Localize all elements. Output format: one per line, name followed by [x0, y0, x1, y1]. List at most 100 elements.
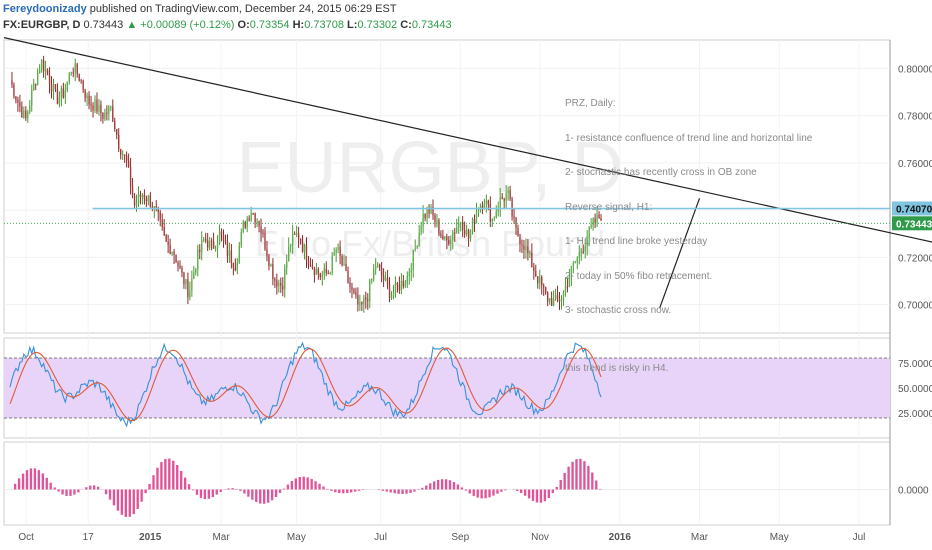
candle-body — [289, 244, 292, 247]
candle-body — [511, 198, 513, 217]
candle-body — [365, 297, 367, 300]
candle-body — [33, 83, 35, 91]
candle-body — [503, 198, 505, 201]
candle-body — [127, 160, 130, 168]
histogram-bar — [144, 489, 147, 494]
note-line: Reverse signal, H1: — [565, 201, 653, 213]
histogram-bar — [286, 484, 290, 490]
candle-body — [282, 285, 284, 290]
candle-body — [38, 69, 41, 73]
candle-body — [434, 215, 436, 223]
candle-body — [44, 69, 47, 72]
histogram-bar — [156, 467, 159, 490]
histogram-bar — [263, 489, 266, 504]
candle-body — [309, 264, 312, 267]
x-tick-label: May — [770, 532, 789, 543]
histogram-bar — [567, 466, 570, 490]
histogram-bar — [468, 489, 471, 494]
stoch-y-label: 50.0000 — [898, 384, 932, 395]
histogram-bar — [484, 489, 487, 499]
histogram-bar — [148, 484, 151, 490]
candle-body — [541, 277, 543, 286]
histogram-bar — [282, 488, 286, 490]
histogram-bar — [164, 459, 167, 490]
candle-body — [424, 214, 426, 219]
histogram-bar — [476, 489, 479, 498]
histogram-bar — [599, 488, 602, 490]
candle-body — [254, 213, 256, 223]
histogram-bar — [128, 489, 131, 517]
histogram-bar — [140, 489, 143, 502]
candle-body — [307, 260, 310, 265]
candle-body — [373, 269, 375, 279]
histogram-bar — [21, 473, 25, 490]
histogram-bar — [207, 489, 211, 499]
candle-body — [82, 80, 84, 90]
histogram-bar — [595, 480, 598, 490]
candle-body — [481, 205, 484, 208]
histogram-bar — [314, 481, 317, 490]
candle-body — [80, 80, 82, 82]
x-tick-label: Oct — [18, 532, 34, 543]
histogram-bar — [429, 483, 432, 490]
candle-body — [36, 72, 39, 86]
candle-body — [471, 219, 474, 232]
candle-body — [131, 186, 134, 197]
candle-body — [489, 204, 492, 222]
candle-body — [552, 298, 555, 306]
candle-body — [262, 232, 264, 234]
author-link[interactable]: Fereydoonizady — [3, 3, 87, 15]
histogram-bar — [65, 489, 68, 496]
candle-body — [133, 196, 136, 206]
candle-body — [329, 272, 331, 274]
x-tick-label: Mar — [212, 532, 230, 543]
candle-body — [495, 211, 497, 218]
candle-body — [76, 63, 78, 75]
candle-body — [272, 264, 274, 280]
candle-body — [208, 240, 211, 248]
histogram-bar — [539, 489, 543, 503]
candle-body — [21, 106, 23, 118]
candle-body — [106, 112, 108, 114]
candle-body — [438, 220, 440, 234]
histogram-bar — [231, 488, 234, 490]
histogram-bar — [17, 478, 21, 490]
candle-body — [100, 104, 102, 114]
histogram-bar — [516, 489, 519, 491]
candle-body — [161, 219, 163, 227]
candle-body — [327, 272, 329, 274]
candle-body — [333, 253, 335, 256]
candle-body — [157, 208, 159, 213]
candle-body — [159, 212, 161, 220]
symbol-label[interactable]: FX:EURGBP, D — [3, 19, 80, 31]
note-line: 2- today in 50% fibo retracement. — [565, 270, 713, 282]
candle-body — [56, 89, 59, 104]
candle-body — [29, 105, 31, 113]
last-price: 0.73443 — [83, 19, 124, 31]
histogram-bar — [37, 470, 41, 490]
candle-body — [321, 274, 324, 278]
candle-body — [450, 239, 452, 245]
histogram-bar — [547, 489, 551, 499]
candle-body — [483, 203, 486, 208]
candle-body — [110, 106, 112, 108]
candle-body — [523, 245, 525, 251]
histogram-bar — [203, 489, 207, 500]
candle-body — [270, 264, 272, 266]
histogram-bar — [330, 489, 333, 491]
price-label: 0.73443 — [896, 219, 932, 230]
histogram-bar — [45, 477, 48, 490]
histogram-bar — [227, 488, 230, 490]
candle-body — [274, 279, 276, 281]
candle-body — [420, 226, 422, 233]
histogram-bar — [448, 480, 452, 490]
candle-body — [505, 193, 507, 201]
x-tick-label: May — [287, 532, 306, 543]
histogram-bar — [259, 489, 262, 504]
histogram-bar — [496, 489, 499, 494]
high-value: 0.73708 — [304, 19, 344, 31]
candle-body — [286, 261, 288, 269]
price-label: 0.74070 — [896, 204, 932, 215]
candle-body — [118, 134, 120, 150]
x-tick-label: Nov — [531, 532, 549, 543]
